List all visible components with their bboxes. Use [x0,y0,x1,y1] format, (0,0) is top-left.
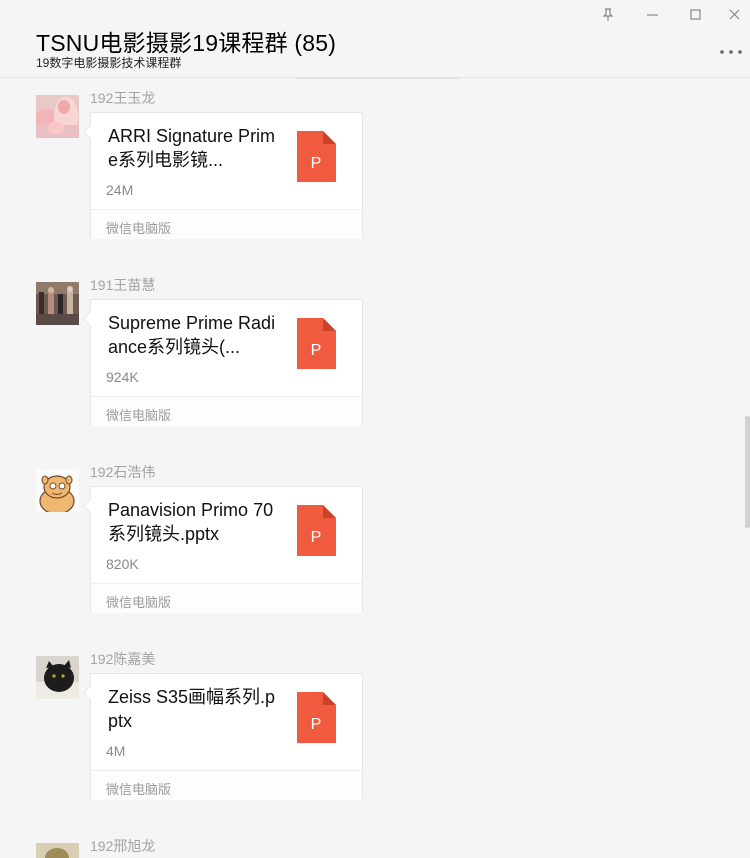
chat-subtitle: 19数字电影摄影技术课程群 [36,56,182,70]
card-footer: 微信电脑版 [91,770,362,800]
source-label: 微信电脑版 [106,408,172,423]
ppt-file-icon: P [297,318,336,369]
svg-text:P: P [311,155,322,172]
file-size: 924K [106,369,139,385]
ppt-file-icon: P [297,131,336,182]
maximize-button[interactable] [680,2,710,26]
file-name: Supreme Prime Radiance系列镜头(... [108,313,276,357]
sender-name: 192王玉龙 [90,90,156,106]
avatar[interactable] [36,469,79,512]
source-label: 微信电脑版 [106,221,172,236]
bubble-tail [82,498,98,514]
bubble-tail [82,685,98,701]
file-name: ARRI Signature Prime系列电影镜... [108,126,276,170]
pin-button[interactable] [593,2,623,26]
message-item: 192王玉龙 ARRI Signature Prime系列电影镜... 24M … [0,90,740,282]
card-footer: 微信电脑版 [91,396,362,426]
avatar[interactable] [36,843,79,858]
close-button[interactable] [719,2,749,26]
message-item: 191王苗慧 Supreme Prime Radiance系列镜头(... 92… [0,277,740,469]
history-loader-line [297,77,459,79]
minimize-button[interactable] [637,2,667,26]
message-item: 192邢旭龙 [0,838,740,858]
file-name: Zeiss S35画幅系列.pptx [108,687,276,731]
ppt-file-icon: P [297,692,336,743]
ppt-file-icon: P [297,505,336,556]
sender-name: 191王苗慧 [90,277,156,293]
message-item: 192陈嘉美 Zeiss S35画幅系列.pptx 4M P 微信电脑版 [0,651,740,843]
avatar[interactable] [36,656,79,699]
scrollbar-thumb[interactable] [745,416,750,528]
file-size: 4M [106,743,126,759]
bubble-tail [82,311,98,327]
file-name: Panavision Primo 70系列镜头.pptx [108,500,274,544]
chat-header: TSNU电影摄影19课程群 (85) 19数字电影摄影技术课程群 [0,0,750,78]
source-label: 微信电脑版 [106,595,172,610]
file-message-card[interactable]: Panavision Primo 70系列镜头.pptx 820K P 微信电脑… [82,486,363,613]
avatar[interactable] [36,95,79,138]
close-icon [729,9,739,19]
svg-text:P: P [311,716,322,733]
file-message-card[interactable]: ARRI Signature Prime系列电影镜... 24M P 微信电脑版 [82,112,363,239]
more-button[interactable] [714,40,748,64]
file-message-card[interactable]: Zeiss S35画幅系列.pptx 4M P 微信电脑版 [82,673,363,800]
svg-text:P: P [311,529,322,546]
sender-name: 192邢旭龙 [90,838,156,854]
card-footer: 微信电脑版 [91,583,362,613]
chat-title: TSNU电影摄影19课程群 (85) [36,30,337,56]
message-item: 192石浩伟 Panavision Primo 70系列镜头.pptx 820K… [0,464,740,656]
svg-text:P: P [311,342,322,359]
file-size: 24M [106,182,134,198]
file-message-card[interactable]: Supreme Prime Radiance系列镜头(... 924K P 微信… [82,299,363,426]
pin-icon [602,7,614,21]
minimize-icon [646,13,658,16]
maximize-icon [689,8,701,20]
card-footer: 微信电脑版 [91,209,362,239]
file-size: 820K [106,556,139,572]
more-icon [720,50,742,54]
bubble-tail [82,124,98,140]
sender-name: 192石浩伟 [90,464,156,480]
sender-name: 192陈嘉美 [90,651,156,667]
avatar[interactable] [36,282,79,325]
source-label: 微信电脑版 [106,782,172,797]
